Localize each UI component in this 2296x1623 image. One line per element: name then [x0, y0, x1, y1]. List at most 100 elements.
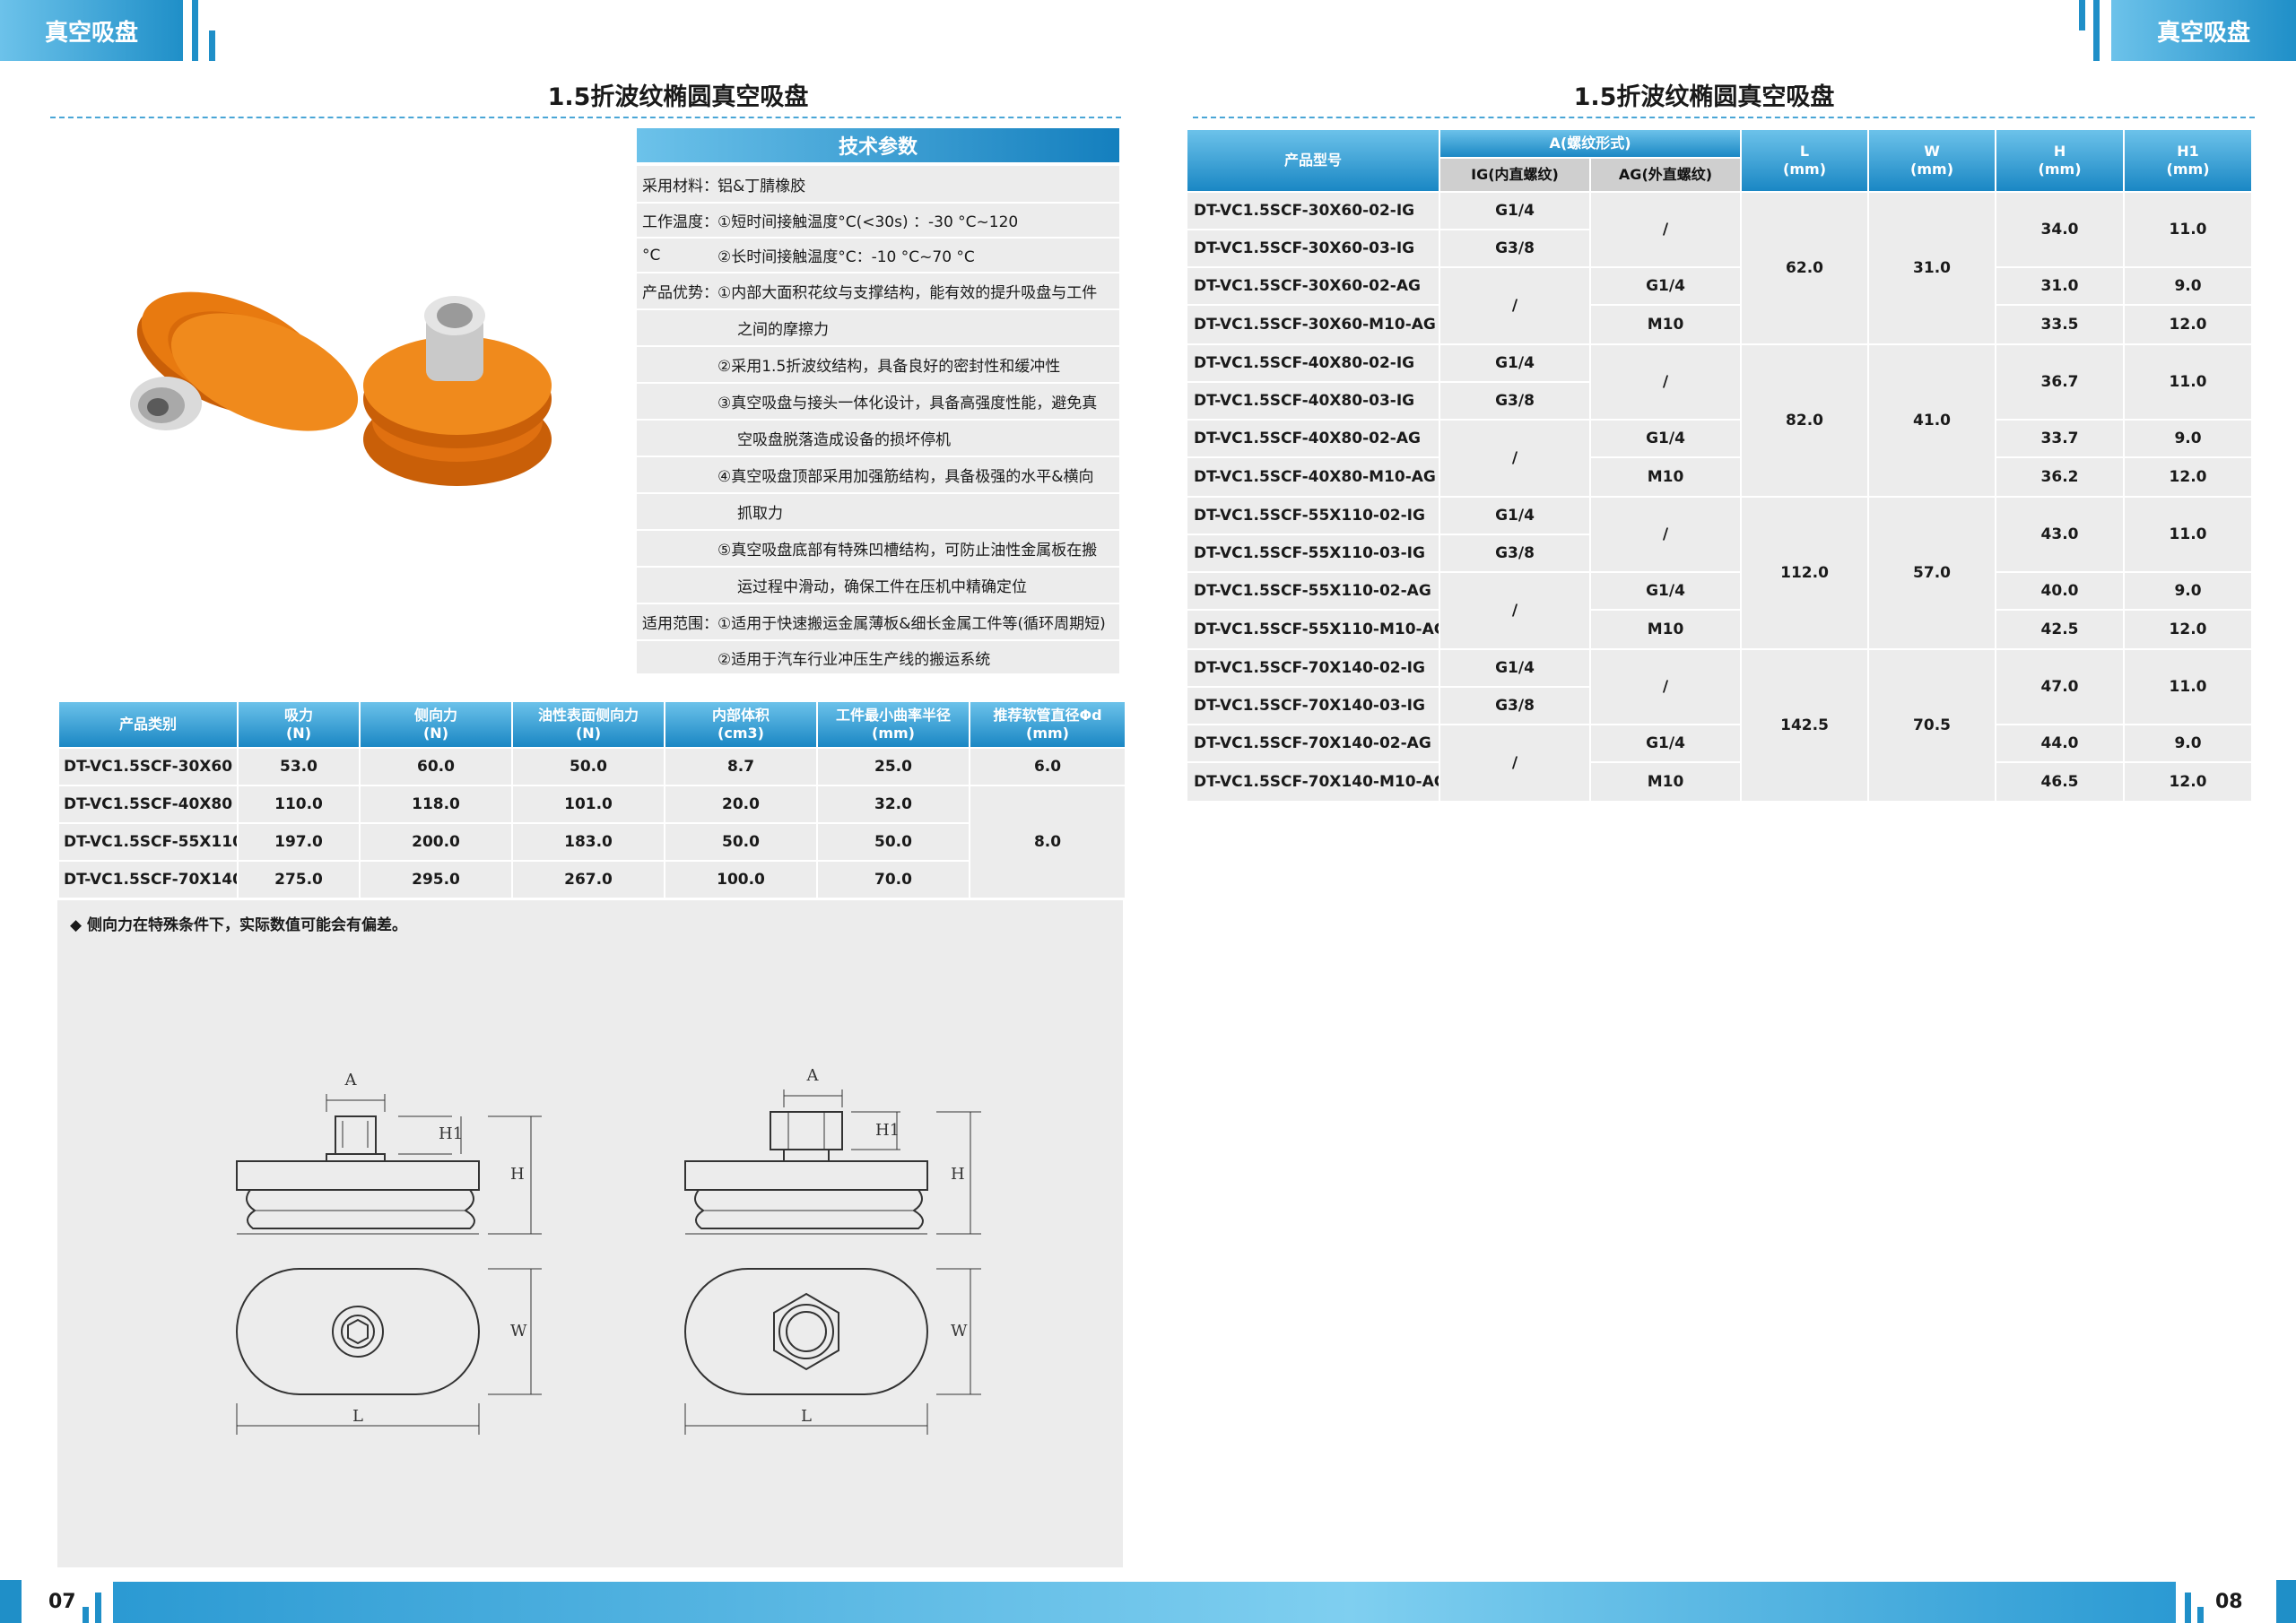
- spec-cell: 118.0: [359, 785, 513, 824]
- tech-params-text: ②适用于汽车行业冲压生产线的搬运系统: [718, 650, 991, 669]
- tech-params-label: 产品优势：: [642, 284, 718, 302]
- spec-cell: 100.0: [664, 860, 818, 899]
- h-cell: 34.0: [1995, 191, 2126, 268]
- spec-cell: 6.0: [969, 747, 1126, 786]
- ag-cell: M10: [1588, 761, 1743, 803]
- model-name-cell: DT-VC1.5SCF-30X60-M10-AG: [1186, 304, 1440, 345]
- tech-params-text: ②采用1.5折波纹结构，具备良好的密封性和缓冲性: [718, 358, 1061, 376]
- spec-cell: 50.0: [816, 822, 970, 862]
- table-row: DT-VC1.5SCF-30X60-02-IG G1/4/62.0 31.0 34.0…: [1186, 191, 2254, 345]
- right-header-tab: 真空吸盘: [2111, 0, 2296, 61]
- model-name-cell: DT-VC1.5SCF-40X80-02-AG: [1186, 419, 1440, 458]
- header-deco-bar: [192, 0, 198, 61]
- footer-deco-bar: [0, 1580, 22, 1623]
- left-header-title: 真空吸盘: [44, 19, 138, 47]
- right-section-title: 1.5折波纹椭圆真空吸盘: [1573, 83, 1835, 111]
- spec-cell: DT-VC1.5SCF-55X110: [57, 822, 239, 862]
- tech-params-text: ①内部大面积花纹与支撑结构，能有效的提升吸盘与工件: [718, 284, 1098, 302]
- tech-params-row: 产品优势： ①内部大面积花纹与支撑结构，能有效的提升吸盘与工件: [637, 273, 1119, 310]
- dim-label-h: H: [951, 1165, 965, 1184]
- w-cell: 41.0: [1867, 343, 1997, 498]
- h-cell: 36.2: [1995, 456, 2126, 498]
- header-ig: IG(内直螺纹): [1439, 157, 1591, 193]
- table-row: DT-VC1.5SCF-55X110-02-IG G1/4/112.0 57.0 43…: [1186, 496, 2254, 650]
- tech-params-text: 空吸盘脱落造成设备的损坏停机: [737, 431, 951, 449]
- h-cell: 44.0: [1995, 724, 2126, 763]
- model-name-cell: DT-VC1.5SCF-40X80-03-IG: [1186, 381, 1440, 421]
- h-cell: 42.5: [1995, 609, 2126, 650]
- dim-label-w: W: [510, 1322, 527, 1341]
- header-deco-bar: [2093, 0, 2100, 61]
- l-cell: 112.0: [1740, 496, 1870, 650]
- dim-label-a: A: [806, 1066, 820, 1085]
- spec-cell: 275.0: [237, 860, 361, 899]
- model-name-cell: DT-VC1.5SCF-30X60-02-IG: [1186, 191, 1440, 230]
- h-cell: 40.0: [1995, 571, 2126, 611]
- tech-params-label: 工作温度：: [642, 213, 718, 231]
- h1-cell: 12.0: [2123, 609, 2254, 650]
- spec-table-header: 产品类别 吸力 (N) 侧向力 (N) 油性表面侧向力 (N) 内部体积 (cm3) 工件…: [57, 700, 1126, 749]
- tech-params-row: 抓取力: [637, 494, 1119, 531]
- section-divider: [1193, 117, 2255, 118]
- product-render-side: [130, 291, 359, 431]
- footer-deco-bar: [2185, 1593, 2191, 1623]
- ag-cell: G1/4: [1588, 266, 1743, 306]
- tech-params-text: ④真空吸盘顶部采用加强筋结构，具备极强的水平&横向: [718, 468, 1094, 486]
- ag-cell: M10: [1588, 304, 1743, 345]
- table-row: DT-VC1.5SCF-30X60 53.0 60.0 50.0 8.7 25.…: [57, 747, 1126, 786]
- drawing-top-ig: [236, 1268, 542, 1435]
- ag-cell: /: [1588, 648, 1743, 725]
- table-row: DT-VC1.5SCF-40X80-M10-AG M10 36.2 12.0: [1186, 456, 2254, 498]
- left-section-title: 1.5折波纹椭圆真空吸盘: [547, 83, 809, 111]
- h1-cell: 9.0: [2123, 724, 2254, 763]
- ag-cell: G1/4: [1588, 724, 1743, 763]
- h-cell: 47.0: [1995, 648, 2126, 725]
- section-divider: [50, 117, 1121, 118]
- ag-cell: M10: [1588, 609, 1743, 650]
- ig-cell: G1/4: [1439, 191, 1591, 230]
- h-cell: 46.5: [1995, 761, 2126, 803]
- table-row: DT-VC1.5SCF-30X60-02-AG / G1/4 31.0 9.0: [1186, 266, 2254, 345]
- tech-params-label: 采用材料：: [642, 177, 718, 195]
- spec-header-cell: 吸力 (N): [237, 700, 361, 749]
- l-cell: 62.0: [1740, 191, 1870, 345]
- tech-params-text: 抓取力: [737, 505, 783, 523]
- model-name-cell: DT-VC1.5SCF-55X110-M10-AG: [1186, 609, 1440, 650]
- tech-params-text: ①短时间接触温度°C(<30s) ：-30 °C~120: [718, 213, 1019, 231]
- spec-cell: 32.0: [816, 785, 970, 824]
- table-row: DT-VC1.5SCF-55X110-02-AG / G1/4 40.0 9.0: [1186, 571, 2254, 650]
- tech-params-row: ⑤真空吸盘底部有特殊凹槽结构，可防止油性金属板在搬: [637, 531, 1119, 568]
- model-name-cell: DT-VC1.5SCF-70X140-03-IG: [1186, 686, 1440, 725]
- ag-cell: /: [1588, 343, 1743, 421]
- h-cell: 33.7: [1995, 419, 2126, 458]
- tech-params-row: 适用范围： ①适用于快速搬运金属薄板&细长金属工件等(循环周期短): [637, 604, 1119, 641]
- dim-label-h1: H1: [875, 1121, 900, 1140]
- model-table-header: 产品型号 A(螺纹形式) L (mm) W (mm) H (mm) H1 (mm…: [1186, 128, 2254, 193]
- ag-cell: /: [1588, 496, 1743, 573]
- footer-deco-bar: [2276, 1580, 2296, 1623]
- header-deco-bar: [209, 30, 215, 61]
- model-name-cell: DT-VC1.5SCF-55X110-03-IG: [1186, 534, 1440, 573]
- h-cell: 33.5: [1995, 304, 2126, 345]
- right-header-title: 真空吸盘: [2156, 19, 2250, 47]
- model-name-cell: DT-VC1.5SCF-55X110-02-AG: [1186, 571, 1440, 611]
- spec-cell: 60.0: [359, 747, 513, 786]
- table-row: DT-VC1.5SCF-40X80-02-IG G1/4/82.0 41.0 36.7…: [1186, 343, 2254, 498]
- header-deco-bar: [2079, 0, 2085, 30]
- page-number-left: 07: [48, 1591, 76, 1613]
- h1-cell: 11.0: [2123, 343, 2254, 421]
- header-w: W (mm): [1867, 128, 1997, 193]
- spec-header-cell: 推荐软管直径Φd (mm): [969, 700, 1126, 749]
- h-cell: 31.0: [1995, 266, 2126, 306]
- table-row: DT-VC1.5SCF-55X110-M10-AG M10 42.5 12.0: [1186, 609, 2254, 650]
- h1-cell: 9.0: [2123, 571, 2254, 611]
- tech-params-text: ⑤真空吸盘底部有特殊凹槽结构，可防止油性金属板在搬: [718, 542, 1098, 560]
- tech-params-title: 技术参数: [637, 128, 1119, 162]
- spec-table: 产品类别 吸力 (N) 侧向力 (N) 油性表面侧向力 (N) 内部体积 (cm3) 工件…: [57, 700, 1126, 899]
- product-render: [130, 291, 552, 486]
- header-h: H (mm): [1995, 128, 2126, 193]
- tech-params-row: 工作温度： ①短时间接触温度°C(<30s) ：-30 °C~120: [637, 204, 1119, 239]
- model-table: 产品型号 A(螺纹形式) L (mm) W (mm) H (mm) H1 (mm…: [1186, 128, 2254, 803]
- spec-cell: 200.0: [359, 822, 513, 862]
- h1-cell: 9.0: [2123, 266, 2254, 306]
